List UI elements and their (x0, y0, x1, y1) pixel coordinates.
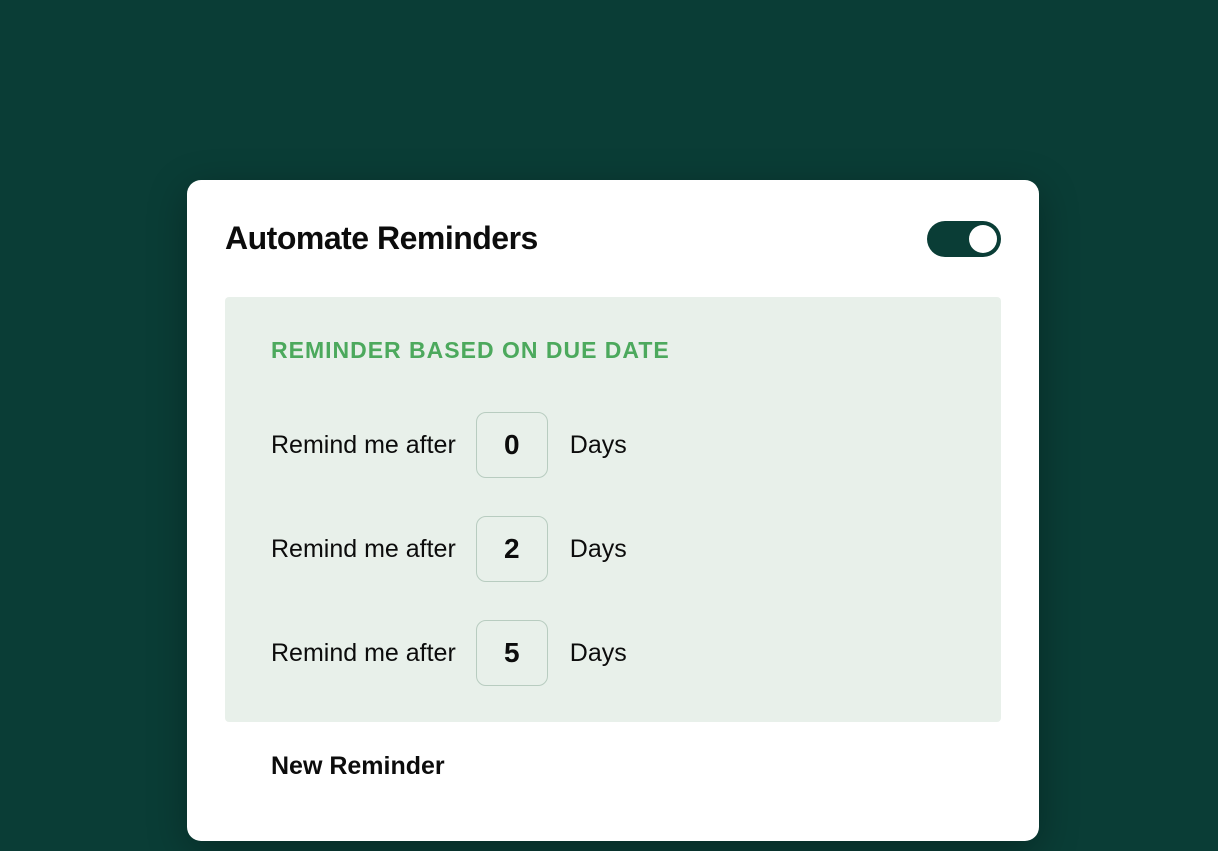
toggle-knob (969, 225, 997, 253)
automate-reminders-card: Automate Reminders REMINDER BASED ON DUE… (187, 180, 1039, 841)
reminder-label-before: Remind me after (271, 535, 456, 564)
card-header: Automate Reminders (225, 220, 1001, 257)
reminder-row: Remind me after Days (271, 412, 955, 478)
section-title: REMINDER BASED ON DUE DATE (271, 337, 955, 364)
reminder-row: Remind me after Days (271, 516, 955, 582)
reminder-label-after: Days (570, 431, 627, 460)
reminder-label-after: Days (570, 535, 627, 564)
reminder-days-input[interactable] (476, 412, 548, 478)
new-reminder-button[interactable]: New Reminder (271, 752, 445, 781)
reminder-row: Remind me after Days (271, 620, 955, 686)
reminder-label-after: Days (570, 639, 627, 668)
reminder-days-input[interactable] (476, 620, 548, 686)
reminder-label-before: Remind me after (271, 639, 456, 668)
card-title: Automate Reminders (225, 220, 538, 257)
automate-reminders-toggle[interactable] (927, 221, 1001, 257)
reminder-label-before: Remind me after (271, 431, 456, 460)
reminder-days-input[interactable] (476, 516, 548, 582)
reminder-section: REMINDER BASED ON DUE DATE Remind me aft… (225, 297, 1001, 722)
